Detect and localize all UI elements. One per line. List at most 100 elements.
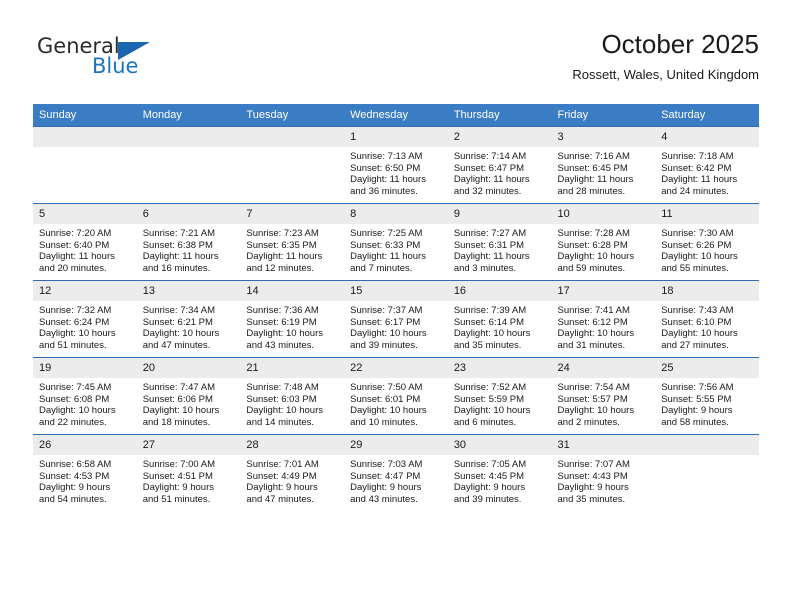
day-cell[interactable]: 4 Sunrise: 7:18 AM Sunset: 6:42 PM Dayli…	[655, 126, 759, 204]
calendar-week-row: 26 Sunrise: 6:58 AM Sunset: 4:53 PM Dayl…	[33, 434, 759, 511]
sunrise-text: Sunrise: 7:52 AM	[453, 382, 527, 393]
day-cell[interactable]: 21 Sunrise: 7:48 AM Sunset: 6:03 PM Dayl…	[240, 357, 345, 435]
day-cell[interactable]: 24 Sunrise: 7:54 AM Sunset: 5:57 PM Dayl…	[551, 357, 656, 435]
daylight-text-line2: and 31 minutes.	[557, 339, 626, 351]
sunset-text: Sunset: 4:53 PM	[39, 470, 110, 482]
day-cell[interactable]: 15 Sunrise: 7:37 AM Sunset: 6:17 PM Dayl…	[344, 280, 448, 358]
day-details: Sunrise: 7:25 AM Sunset: 6:33 PM Dayligh…	[344, 224, 448, 274]
sunrise-text: Sunrise: 7:13 AM	[350, 151, 423, 162]
day-cell[interactable]: 26 Sunrise: 6:58 AM Sunset: 4:53 PM Dayl…	[33, 434, 137, 511]
day-cell[interactable]: 3 Sunrise: 7:16 AM Sunset: 6:45 PM Dayli…	[551, 126, 656, 204]
day-cell[interactable]: 11 Sunrise: 7:30 AM Sunset: 6:26 PM Dayl…	[655, 203, 759, 281]
day-cell[interactable]: 16 Sunrise: 7:39 AM Sunset: 6:14 PM Dayl…	[447, 280, 552, 358]
day-cell[interactable]: 18 Sunrise: 7:43 AM Sunset: 6:10 PM Dayl…	[655, 280, 759, 358]
daylight-text-line1: Daylight: 9 hours	[246, 482, 318, 494]
day-cell[interactable]: 27 Sunrise: 7:00 AM Sunset: 4:51 PM Dayl…	[136, 434, 241, 511]
day-details: Sunrise: 7:27 AM Sunset: 6:31 PM Dayligh…	[448, 224, 552, 274]
daylight-text-line2: and 2 minutes.	[557, 416, 620, 428]
daylight-text-line2: and 6 minutes.	[453, 416, 517, 428]
day-details: Sunrise: 7:34 AM Sunset: 6:21 PM Dayligh…	[137, 301, 241, 351]
sunset-text: Sunset: 4:51 PM	[142, 470, 213, 482]
day-cell[interactable]: 17 Sunrise: 7:41 AM Sunset: 6:12 PM Dayl…	[551, 280, 656, 358]
day-details: Sunrise: 7:23 AM Sunset: 6:35 PM Dayligh…	[240, 224, 344, 274]
day-cell[interactable]: 25 Sunrise: 7:56 AM Sunset: 5:55 PM Dayl…	[655, 357, 759, 435]
daylight-text-line1: Daylight: 10 hours	[661, 251, 738, 263]
day-cell[interactable]: 20 Sunrise: 7:47 AM Sunset: 6:06 PM Dayl…	[136, 357, 241, 435]
day-cell[interactable]: 10 Sunrise: 7:28 AM Sunset: 6:28 PM Dayl…	[551, 203, 656, 281]
sunset-text: Sunset: 6:08 PM	[39, 393, 110, 405]
daylight-text-line2: and 39 minutes.	[350, 339, 418, 351]
sunset-text: Sunset: 6:10 PM	[661, 316, 732, 328]
sunrise-text: Sunrise: 7:39 AM	[453, 305, 527, 316]
daylight-text-line2: and 20 minutes.	[39, 262, 107, 274]
day-cell[interactable]	[240, 126, 345, 204]
day-cell[interactable]: 23 Sunrise: 7:52 AM Sunset: 5:59 PM Dayl…	[447, 357, 552, 435]
day-number: 29	[344, 435, 448, 455]
day-cell[interactable]: 30 Sunrise: 7:05 AM Sunset: 4:45 PM Dayl…	[447, 434, 552, 511]
daylight-text-line2: and 12 minutes.	[246, 262, 315, 274]
daylight-text-line1: Daylight: 11 hours	[453, 251, 530, 263]
daylight-text-line1: Daylight: 9 hours	[142, 482, 214, 494]
weekday-header-monday: Monday	[136, 104, 241, 127]
day-details: Sunrise: 7:07 AM Sunset: 4:43 PM Dayligh…	[552, 455, 656, 505]
weekday-header-sunday: Sunday	[33, 104, 137, 127]
sunset-text: Sunset: 6:14 PM	[453, 316, 525, 328]
daylight-text-line1: Daylight: 10 hours	[142, 328, 220, 340]
day-cell[interactable]: 2 Sunrise: 7:14 AM Sunset: 6:47 PM Dayli…	[447, 126, 552, 204]
day-cell[interactable]: 19 Sunrise: 7:45 AM Sunset: 6:08 PM Dayl…	[33, 357, 137, 435]
day-details	[33, 147, 137, 151]
day-cell[interactable]: 8 Sunrise: 7:25 AM Sunset: 6:33 PM Dayli…	[344, 203, 448, 281]
day-cell[interactable]: 29 Sunrise: 7:03 AM Sunset: 4:47 PM Dayl…	[344, 434, 448, 511]
day-cell[interactable]: 22 Sunrise: 7:50 AM Sunset: 6:01 PM Dayl…	[344, 357, 448, 435]
daylight-text-line1: Daylight: 11 hours	[350, 174, 426, 186]
general-blue-logo[interactable]: General Blue	[33, 34, 243, 90]
day-cell[interactable]: 7 Sunrise: 7:23 AM Sunset: 6:35 PM Dayli…	[240, 203, 345, 281]
sunset-text: Sunset: 6:35 PM	[246, 239, 317, 251]
day-cell[interactable]: 28 Sunrise: 7:01 AM Sunset: 4:49 PM Dayl…	[240, 434, 345, 511]
day-cell[interactable]	[136, 126, 241, 204]
day-number: 31	[551, 435, 656, 455]
day-number: 19	[33, 358, 137, 378]
sunset-text: Sunset: 6:24 PM	[39, 316, 110, 328]
day-details: Sunrise: 7:41 AM Sunset: 6:12 PM Dayligh…	[552, 301, 656, 351]
day-cell[interactable]: 5 Sunrise: 7:20 AM Sunset: 6:40 PM Dayli…	[33, 203, 137, 281]
day-number	[655, 435, 759, 455]
day-number: 24	[551, 358, 656, 378]
day-cell[interactable]	[655, 434, 759, 511]
day-number: 10	[551, 204, 656, 224]
daylight-text-line2: and 58 minutes.	[661, 416, 729, 428]
day-cell[interactable]	[33, 126, 137, 204]
day-cell[interactable]: 13 Sunrise: 7:34 AM Sunset: 6:21 PM Dayl…	[136, 280, 241, 358]
day-cell[interactable]: 12 Sunrise: 7:32 AM Sunset: 6:24 PM Dayl…	[33, 280, 137, 358]
daylight-text-line1: Daylight: 10 hours	[39, 328, 116, 340]
day-cell[interactable]: 31 Sunrise: 7:07 AM Sunset: 4:43 PM Dayl…	[551, 434, 656, 511]
daylight-text-line1: Daylight: 9 hours	[350, 482, 422, 494]
day-cell[interactable]: 14 Sunrise: 7:36 AM Sunset: 6:19 PM Dayl…	[240, 280, 345, 358]
daylight-text-line1: Daylight: 10 hours	[661, 328, 738, 340]
sunrise-text: Sunrise: 7:50 AM	[350, 382, 423, 393]
day-details: Sunrise: 7:13 AM Sunset: 6:50 PM Dayligh…	[344, 147, 448, 197]
sunset-text: Sunset: 5:59 PM	[453, 393, 525, 405]
day-details	[240, 147, 344, 151]
day-number: 15	[344, 281, 448, 301]
day-cell[interactable]: 6 Sunrise: 7:21 AM Sunset: 6:38 PM Dayli…	[136, 203, 241, 281]
daylight-text-line2: and 28 minutes.	[557, 185, 626, 197]
title-block: October 2025 Rossett, Wales, United King…	[572, 28, 759, 83]
day-number: 28	[240, 435, 345, 455]
sunrise-text: Sunrise: 7:20 AM	[39, 228, 112, 239]
sunrise-text: Sunrise: 7:14 AM	[453, 151, 527, 162]
daylight-text-line1: Daylight: 9 hours	[661, 405, 733, 417]
day-details: Sunrise: 7:39 AM Sunset: 6:14 PM Dayligh…	[448, 301, 552, 351]
weekday-header-wednesday: Wednesday	[344, 104, 448, 127]
day-number: 2	[447, 127, 552, 147]
sunset-text: Sunset: 5:57 PM	[557, 393, 628, 405]
day-number: 14	[240, 281, 345, 301]
sunset-text: Sunset: 4:45 PM	[453, 470, 525, 482]
sunrise-text: Sunrise: 7:48 AM	[246, 382, 319, 393]
day-cell[interactable]: 9 Sunrise: 7:27 AM Sunset: 6:31 PM Dayli…	[447, 203, 552, 281]
day-details: Sunrise: 7:05 AM Sunset: 4:45 PM Dayligh…	[448, 455, 552, 505]
weekday-header-saturday: Saturday	[655, 104, 759, 127]
day-cell[interactable]: 1 Sunrise: 7:13 AM Sunset: 6:50 PM Dayli…	[344, 126, 448, 204]
daylight-text-line2: and 18 minutes.	[142, 416, 211, 428]
sunrise-text: Sunrise: 7:43 AM	[661, 305, 734, 316]
